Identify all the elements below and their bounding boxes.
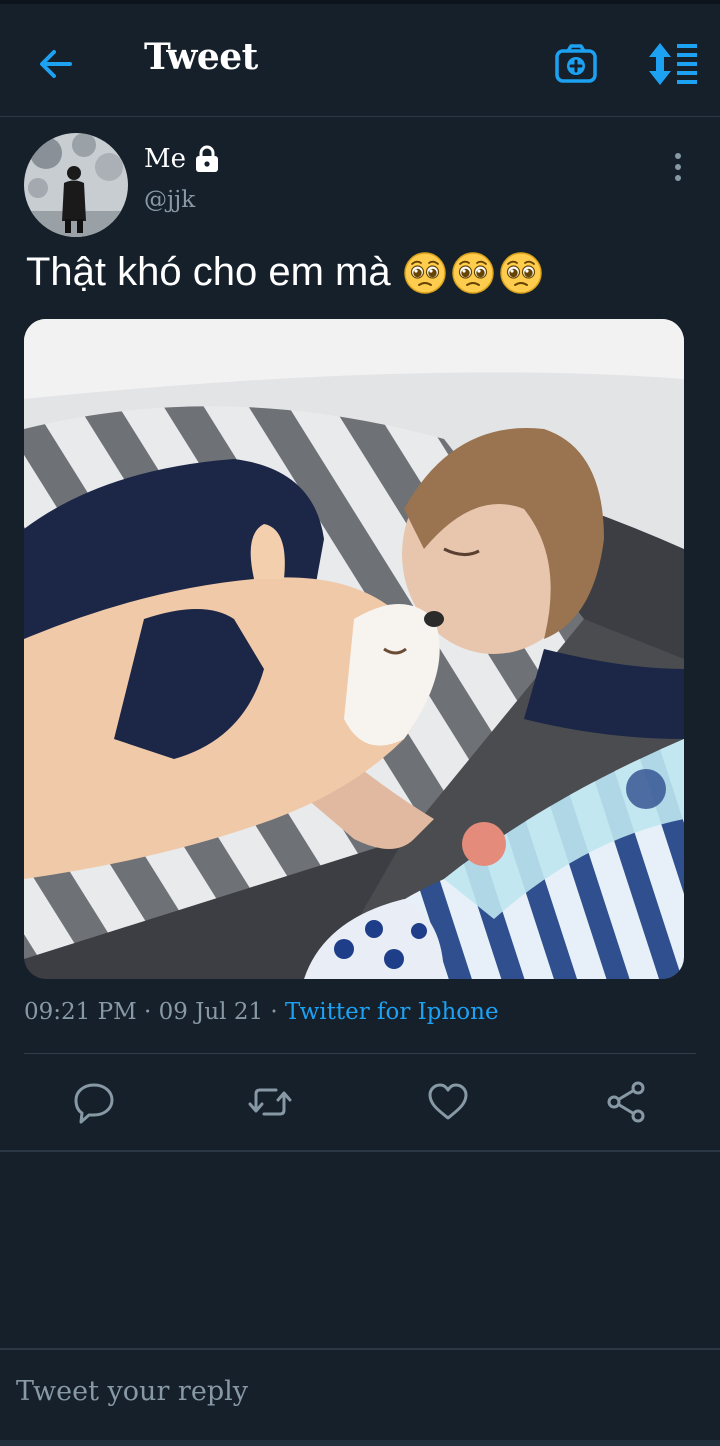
reply-icon — [74, 1083, 114, 1124]
emoji-group — [403, 251, 543, 295]
author-name: Me — [144, 144, 187, 174]
tweet-source-link[interactable]: Twitter for Iphone — [285, 999, 499, 1025]
reply-input[interactable]: Tweet your reply — [16, 1376, 248, 1407]
share-icon — [607, 1081, 645, 1123]
tweet-photo[interactable] — [24, 319, 684, 979]
author-handle[interactable]: @jjk — [144, 187, 195, 213]
pleading-face-emoji — [403, 251, 446, 294]
sort-list-icon — [649, 43, 697, 85]
retweet-icon — [248, 1088, 292, 1116]
avatar-image — [24, 133, 128, 237]
retweet-button[interactable] — [246, 1076, 294, 1128]
author-name-row[interactable]: Me — [144, 144, 220, 174]
like-heart-icon — [428, 1083, 468, 1120]
avatar[interactable] — [24, 133, 128, 237]
pleading-face-emoji — [499, 251, 542, 294]
camera-button[interactable] — [552, 40, 600, 88]
divider — [24, 1053, 696, 1054]
meta-separator: · — [270, 999, 278, 1025]
back-button[interactable] — [34, 42, 78, 86]
divider — [0, 1150, 720, 1152]
more-options-button[interactable] — [664, 148, 692, 188]
tweet-date: 09 Jul 21 — [158, 999, 264, 1025]
bottom-bar — [0, 1440, 720, 1446]
arrow-left-icon — [40, 50, 72, 78]
pleading-face-emoji — [451, 251, 494, 294]
camera-plus-icon — [555, 44, 597, 83]
sort-button[interactable] — [644, 40, 700, 88]
tweet-time: 09:21 PM — [24, 999, 137, 1025]
divider — [0, 1348, 720, 1350]
action-bar — [0, 1076, 720, 1128]
tweet-text: Thật khó cho em mà — [26, 250, 391, 294]
more-vertical-icon — [675, 153, 681, 181]
lock-icon — [196, 145, 219, 172]
page-title: Tweet — [144, 36, 258, 78]
tweet-text-row: Thật khó cho em mà — [26, 250, 543, 295]
reply-button[interactable] — [70, 1076, 118, 1128]
like-button[interactable] — [424, 1076, 472, 1128]
tweet-meta: 09:21 PM · 09 Jul 21 · Twitter for Iphon… — [24, 999, 499, 1025]
share-button[interactable] — [602, 1076, 650, 1128]
header-bar: Tweet — [0, 4, 720, 117]
photo-image — [24, 319, 684, 979]
meta-separator: · — [143, 999, 152, 1025]
